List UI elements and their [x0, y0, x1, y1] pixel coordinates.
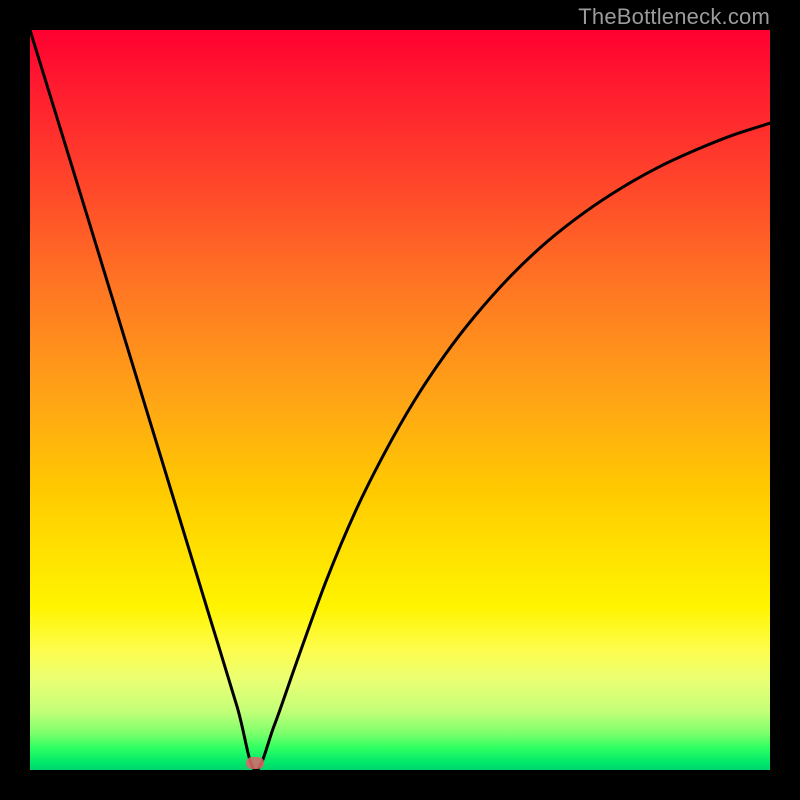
- curve-svg: [30, 30, 770, 770]
- minimum-marker: [246, 757, 264, 769]
- bottleneck-curve-path: [30, 30, 770, 770]
- plot-area: [30, 30, 770, 770]
- watermark-text: TheBottleneck.com: [578, 4, 770, 30]
- chart-frame: TheBottleneck.com: [0, 0, 800, 800]
